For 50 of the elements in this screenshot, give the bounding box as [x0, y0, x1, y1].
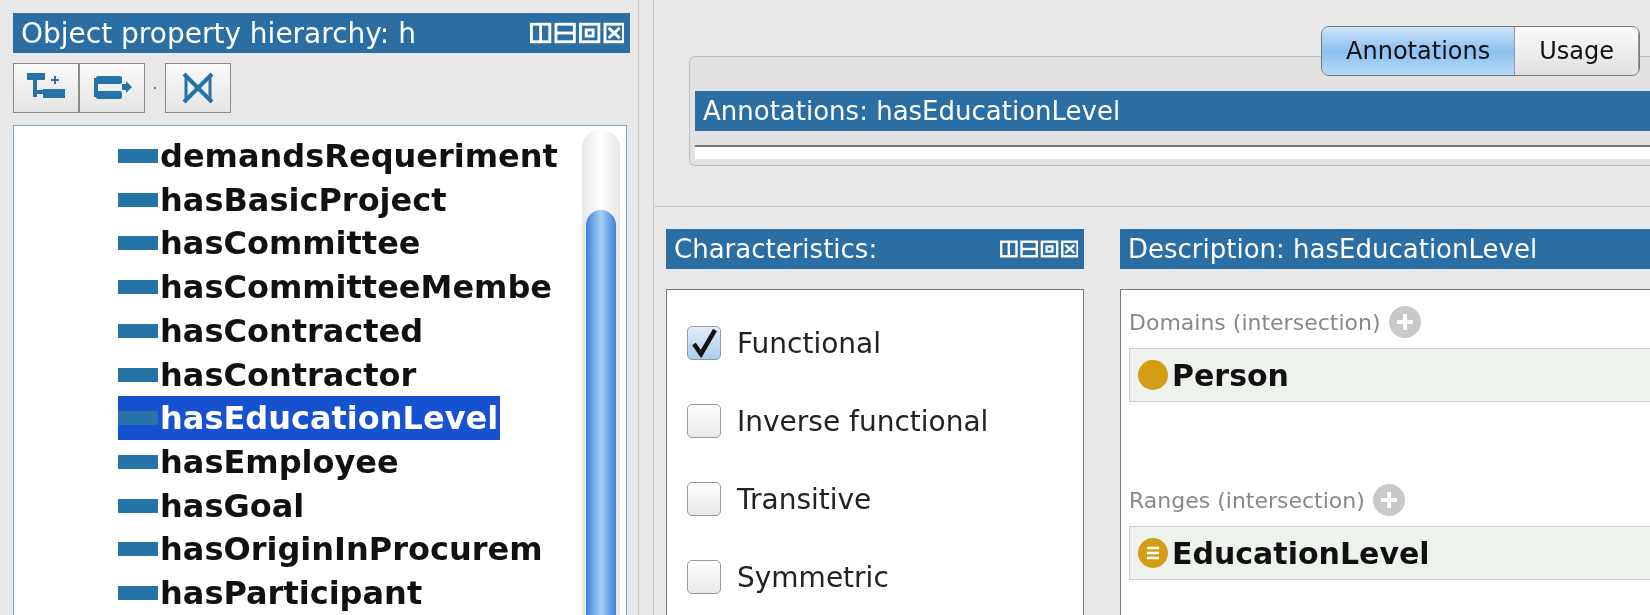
tree-item[interactable]: hasEducationLevel	[118, 396, 501, 441]
property-icon	[118, 455, 158, 469]
tree-item[interactable]: hasBasicProject	[118, 177, 449, 222]
tab[interactable]: Annotations	[1322, 27, 1516, 75]
property-icon	[118, 542, 158, 557]
entity-label: EducationLevel	[1172, 535, 1430, 571]
tree-item[interactable]: hasContractor	[118, 352, 419, 397]
tree-item[interactable]: hasGoal	[118, 483, 307, 528]
tree-item[interactable]: hasEmployee	[118, 440, 401, 484]
entity-label: Person	[1172, 357, 1289, 393]
checkbox-label: Transitive	[737, 482, 872, 516]
check-icon	[690, 328, 718, 358]
property-icon	[118, 411, 158, 426]
scroll-thumb[interactable]	[586, 210, 616, 615]
scrollbar[interactable]	[582, 130, 620, 615]
property-icon	[118, 323, 158, 338]
property-icon	[118, 192, 158, 207]
checkbox[interactable]	[687, 326, 721, 360]
checkbox-label: Symmetric	[737, 560, 889, 594]
section-label: Domains (intersection)	[1129, 309, 1381, 335]
entity-row[interactable]: EducationLevel	[1129, 526, 1650, 580]
checkbox[interactable]	[687, 560, 721, 594]
property-icon	[118, 586, 158, 601]
panel-title: Characteristics:	[674, 234, 879, 264]
checkbox-label: Inverse functional	[737, 404, 989, 438]
tree-item[interactable]: hasParticipant	[118, 571, 425, 615]
tree-item[interactable]: demandsRequeriment	[118, 134, 560, 178]
checkbox[interactable]	[687, 404, 721, 438]
panel-title: Description: hasEducationLevel	[1128, 234, 1539, 264]
checkbox-label: Functional	[737, 326, 882, 360]
checkbox[interactable]	[687, 482, 721, 516]
property-icon	[118, 236, 158, 251]
add-sibling-button[interactable]	[79, 63, 145, 113]
tree-item[interactable]: hasContracted	[118, 308, 426, 353]
section-label: Ranges (intersection)	[1129, 487, 1365, 513]
panel-title: Annotations: hasEducationLevel	[703, 96, 1122, 126]
add-subproperty-button[interactable]	[13, 63, 79, 113]
window-controls-icon[interactable]	[530, 22, 624, 44]
tree-item[interactable]: hasCommitteeMembe	[118, 265, 555, 309]
property-icon	[118, 280, 158, 295]
property-icon	[118, 498, 158, 513]
tree-item[interactable]: hasCommittee	[118, 221, 423, 266]
entity-row[interactable]: Person	[1129, 348, 1650, 402]
delete-button[interactable]	[165, 63, 231, 113]
panel-title: Object property hierarchy: h	[21, 16, 417, 50]
property-icon	[118, 367, 158, 382]
property-icon	[118, 148, 158, 163]
window-controls-icon[interactable]	[1000, 240, 1078, 258]
tree-item[interactable]: hasOriginInProcurem	[118, 527, 545, 572]
tab[interactable]: Usage	[1515, 27, 1639, 75]
